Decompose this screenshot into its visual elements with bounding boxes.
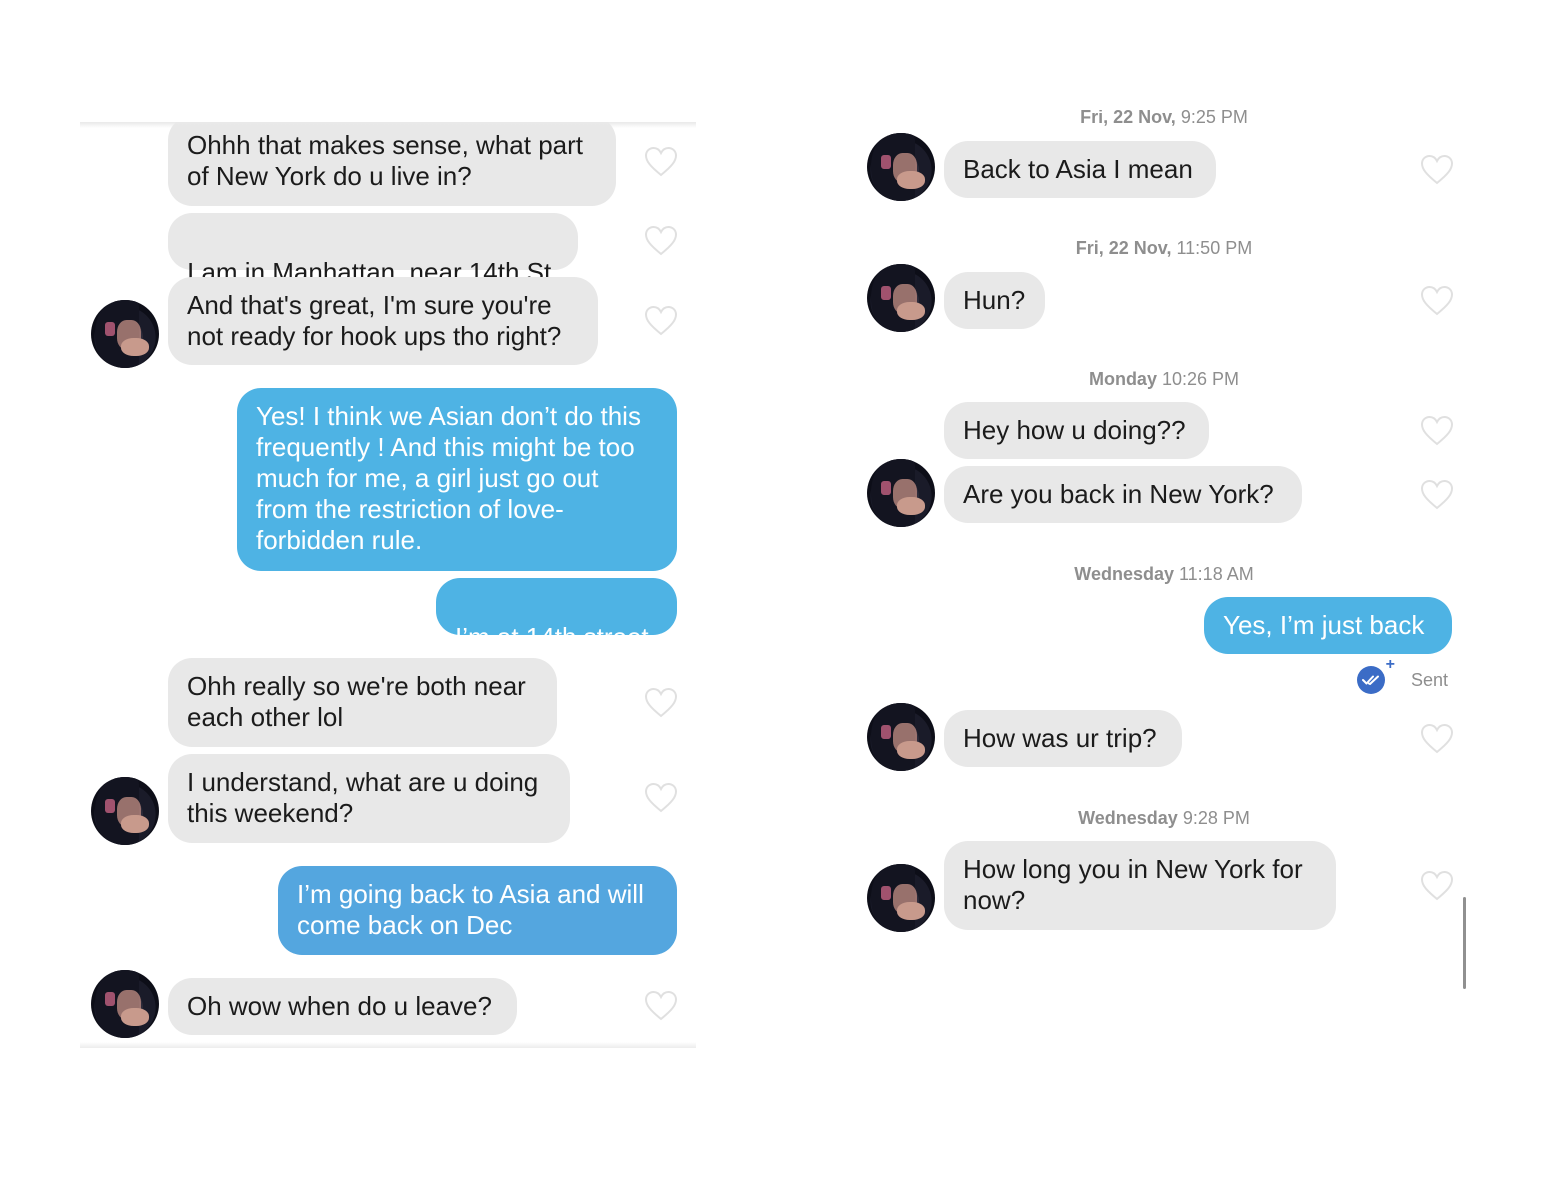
message-bubble-incoming[interactable]: How long you in New York for now? <box>944 841 1336 930</box>
timestamp-time: 11:18 AM <box>1179 564 1254 584</box>
like-heart-icon[interactable] <box>644 305 678 337</box>
message-bubble-outgoing[interactable]: I’m going back to Asia and will come bac… <box>278 866 677 955</box>
message-bubble-incoming[interactable]: I am in Manhattan, near 14th St <box>168 213 578 287</box>
like-heart-icon[interactable] <box>1420 870 1454 902</box>
contact-avatar[interactable] <box>867 864 935 932</box>
like-heart-icon[interactable] <box>644 990 678 1022</box>
chat-panel-left: Ohhh that makes sense, what part of New … <box>80 122 696 1048</box>
timestamp-time: 11:50 PM <box>1176 238 1253 258</box>
like-heart-icon[interactable] <box>644 146 678 178</box>
like-heart-icon[interactable] <box>644 687 678 719</box>
message-bubble-incoming[interactable]: Ohhh that makes sense, what part of New … <box>168 122 616 206</box>
chat-panel-right: Fri, 22 Nov, 9:25 PM Back to Asia I mean… <box>856 110 1476 1010</box>
message-bubble-outgoing[interactable]: Yes! I think we Asian don’t do this freq… <box>237 388 677 571</box>
timestamp-time: 9:28 PM <box>1182 808 1250 828</box>
address-link[interactable]: 14th street <box>526 622 649 652</box>
like-heart-icon[interactable] <box>1420 479 1454 511</box>
delivery-receipt: + Sent <box>1357 656 1449 694</box>
timestamp-time: 10:26 PM <box>1161 369 1240 389</box>
contact-avatar[interactable] <box>867 703 935 771</box>
message-bubble-incoming[interactable]: Are you back in New York? <box>944 466 1302 523</box>
timestamp-day: Monday <box>1088 369 1157 389</box>
plus-icon: + <box>1385 656 1395 673</box>
contact-avatar[interactable] <box>867 459 935 527</box>
sent-status: Sent <box>1411 669 1449 690</box>
scrollbar[interactable] <box>1463 897 1466 989</box>
timestamp-day: Fri, 22 Nov, <box>1080 110 1176 127</box>
message-bubble-outgoing[interactable]: I’m at 14th street <box>436 578 677 652</box>
message-bubble-incoming[interactable]: And that's great, I'm sure you're not re… <box>168 277 598 365</box>
contact-avatar[interactable] <box>867 264 935 332</box>
message-bubble-incoming[interactable]: Hey how u doing?? <box>944 402 1209 459</box>
timestamp-day: Wednesday <box>1074 564 1174 584</box>
like-heart-icon[interactable] <box>644 225 678 257</box>
message-bubble-incoming[interactable]: Hun? <box>944 272 1045 329</box>
like-heart-icon[interactable] <box>1420 154 1454 186</box>
timestamp-time: 9:25 PM <box>1180 110 1248 127</box>
timestamp: Wednesday 9:28 PM <box>1064 808 1264 829</box>
contact-avatar[interactable] <box>91 300 159 368</box>
message-bubble-incoming[interactable]: Ohh really so we're both near each other… <box>168 658 557 747</box>
timestamp: Monday 10:26 PM <box>1064 369 1264 390</box>
like-heart-icon[interactable] <box>1420 285 1454 317</box>
message-bubble-outgoing[interactable]: Yes, I’m just back <box>1204 597 1452 654</box>
contact-avatar[interactable] <box>91 970 159 1038</box>
like-heart-icon[interactable] <box>1420 723 1454 755</box>
like-heart-icon[interactable] <box>1420 415 1454 447</box>
message-bubble-incoming[interactable]: Oh wow when do u leave? <box>168 978 517 1035</box>
contact-avatar[interactable] <box>91 777 159 845</box>
message-bubble-incoming[interactable]: Back to Asia I mean <box>944 141 1216 198</box>
timestamp: Wednesday 11:18 AM <box>1064 564 1264 585</box>
double-check-icon: + <box>1357 656 1395 694</box>
like-heart-icon[interactable] <box>644 782 678 814</box>
message-bubble-incoming[interactable]: How was ur trip? <box>944 710 1182 767</box>
message-bubble-incoming[interactable]: I understand, what are u doing this week… <box>168 754 570 843</box>
contact-avatar[interactable] <box>867 133 935 201</box>
timestamp-day: Wednesday <box>1078 808 1178 828</box>
timestamp-day: Fri, 22 Nov, <box>1075 238 1172 258</box>
timestamp: Fri, 22 Nov, 9:25 PM <box>1064 110 1264 128</box>
message-text: I’m at <box>455 622 526 652</box>
timestamp: Fri, 22 Nov, 11:50 PM <box>1064 238 1264 259</box>
